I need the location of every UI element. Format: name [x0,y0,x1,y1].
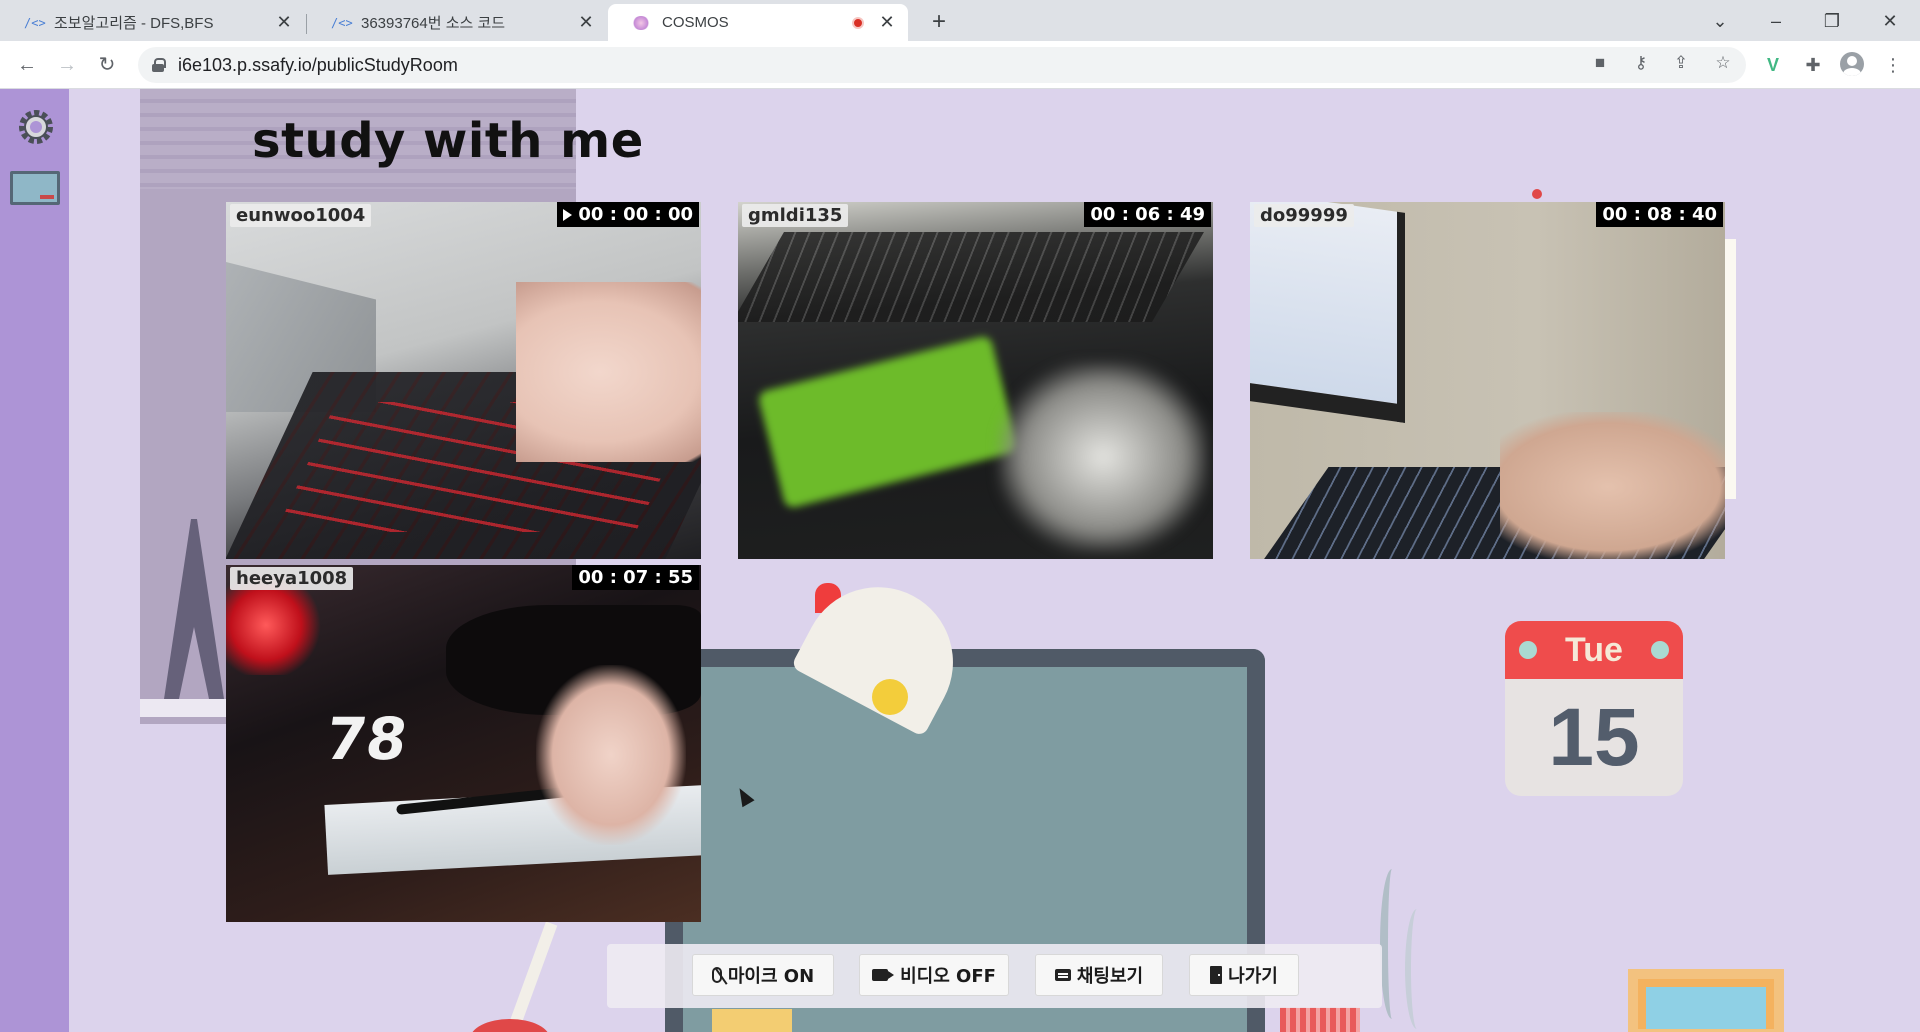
code-icon: /<> [24,15,46,30]
calendar-decoration: Tue 15 [1505,621,1683,796]
video-feed [226,202,701,559]
tab-source-code[interactable]: /<> 36393764번 소스 코드 ✕ [307,4,607,41]
left-sidebar [0,89,69,1032]
mic-toggle-button[interactable]: 마이크 ON [692,954,834,996]
leave-label: 나가기 [1228,966,1278,987]
key-icon[interactable]: ⚷ [1628,50,1654,76]
page-title: study with me [252,113,644,169]
timer-text: 00 : 07 : 55 [578,567,693,588]
new-tab-button[interactable]: + [924,8,954,38]
video-feed: 78 [226,565,701,922]
chat-label: 채팅보기 [1076,966,1144,987]
leave-button[interactable]: 나가기 [1189,954,1299,996]
username-label: do99999 [1254,204,1354,227]
minimize-button[interactable]: – [1756,6,1796,36]
timer-text: 00 : 08 : 40 [1602,204,1717,225]
gear-icon[interactable] [16,107,56,147]
menu-kebab-icon[interactable]: ⋮ [1880,52,1906,78]
shelf-decoration [140,699,240,717]
tab-title: COSMOS [662,14,729,31]
close-icon[interactable]: ✕ [275,12,293,33]
steam-decoration [1405,909,1429,1029]
video-tile-eunwoo1004[interactable]: eunwoo1004 00 : 00 : 00 [226,202,701,559]
vue-devtools-icon[interactable]: V [1760,52,1786,78]
steam-decoration [1380,869,1404,1019]
username-label: heeya1008 [230,567,354,590]
chat-icon [1054,969,1071,981]
forward-button[interactable]: → [52,50,82,80]
bookmark-star-icon[interactable]: ☆ [1710,50,1736,76]
study-timer: 00 : 08 : 40 [1596,202,1723,227]
video-camera-icon [872,969,895,981]
close-icon[interactable]: ✕ [577,12,595,33]
window-close-button[interactable]: ✕ [1870,6,1910,36]
video-tile-gmldi135[interactable]: gmldi135 00 : 06 : 49 [738,202,1213,559]
timer-text: 00 : 06 : 49 [1090,204,1205,225]
plant-pot-decoration [470,1019,550,1032]
camera-in-use-icon[interactable]: ■ [1587,50,1613,76]
username-label: eunwoo1004 [230,204,372,227]
calendar-ring [1519,641,1537,659]
frame-decoration [1628,969,1784,1032]
back-button[interactable]: ← [12,50,42,80]
close-icon[interactable]: ✕ [878,12,896,33]
play-icon [563,208,573,221]
video-feed [738,202,1213,559]
chat-toggle-button[interactable]: 채팅보기 [1035,954,1163,996]
mic-off-icon [711,967,722,983]
tab-title: 36393764번 소스 코드 [361,15,506,32]
share-icon[interactable]: ⇪ [1668,50,1694,76]
room-board-icon[interactable] [10,171,60,205]
tab-strip: /<> 조보알고리즘 - DFS,BFS ✕ /<> 36393764번 소스 … [0,0,1920,41]
shirt-number: 78 [321,705,412,773]
recording-icon [852,16,864,29]
reload-button[interactable]: ↻ [92,50,122,80]
control-bar: 마이크 ON 비디오 OFF 채팅보기 나가기 [607,944,1382,1008]
address-bar[interactable]: i6e103.p.ssafy.io/publicStudyRoom [138,47,1746,83]
video-label: 비디오 OFF [900,966,996,987]
username-label: gmldi135 [742,204,849,227]
lamp-bulb-decoration [872,679,908,715]
lamp-arm-decoration [494,921,558,1032]
calendar-ring [1651,641,1669,659]
video-toggle-button[interactable]: 비디오 OFF [859,954,1009,996]
video-tile-heeya1008[interactable]: 78 heeya1008 00 : 07 : 55 [226,565,701,922]
profile-avatar[interactable] [1840,52,1864,76]
box-decoration [712,1009,792,1032]
study-timer: 00 : 07 : 55 [572,565,699,590]
code-icon: /<> [331,15,353,30]
tab-algorithm[interactable]: /<> 조보알고리즘 - DFS,BFS ✕ [0,4,305,41]
exit-door-icon [1210,966,1223,984]
tab-search-icon[interactable]: ⌄ [1700,6,1740,36]
study-room-page: Tue 15 study with me eunwoo1004 00 : 00 … [0,89,1920,1032]
tab-title: 조보알고리즘 - DFS,BFS [54,15,214,32]
pin-decoration [1532,189,1542,199]
timer-text: 00 : 00 : 00 [578,204,693,225]
restore-button[interactable]: ❐ [1812,6,1852,36]
lock-icon[interactable] [152,58,166,72]
study-timer: 00 : 00 : 00 [557,202,699,227]
mic-label: 마이크 ON [727,966,815,987]
video-feed [1250,202,1725,559]
study-timer: 00 : 06 : 49 [1084,202,1211,227]
calendar-date: 15 [1548,691,1640,783]
basket-decoration [1280,1007,1360,1032]
tab-cosmos[interactable]: COSMOS ✕ [608,4,908,41]
video-tile-do99999[interactable]: do99999 00 : 08 : 40 [1250,202,1725,559]
cosmos-icon [632,15,650,30]
url-text[interactable]: i6e103.p.ssafy.io/publicStudyRoom [178,55,458,76]
extensions-icon[interactable]: ✚ [1800,52,1826,78]
browser-toolbar: ← → ↻ i6e103.p.ssafy.io/publicStudyRoom … [0,41,1920,89]
